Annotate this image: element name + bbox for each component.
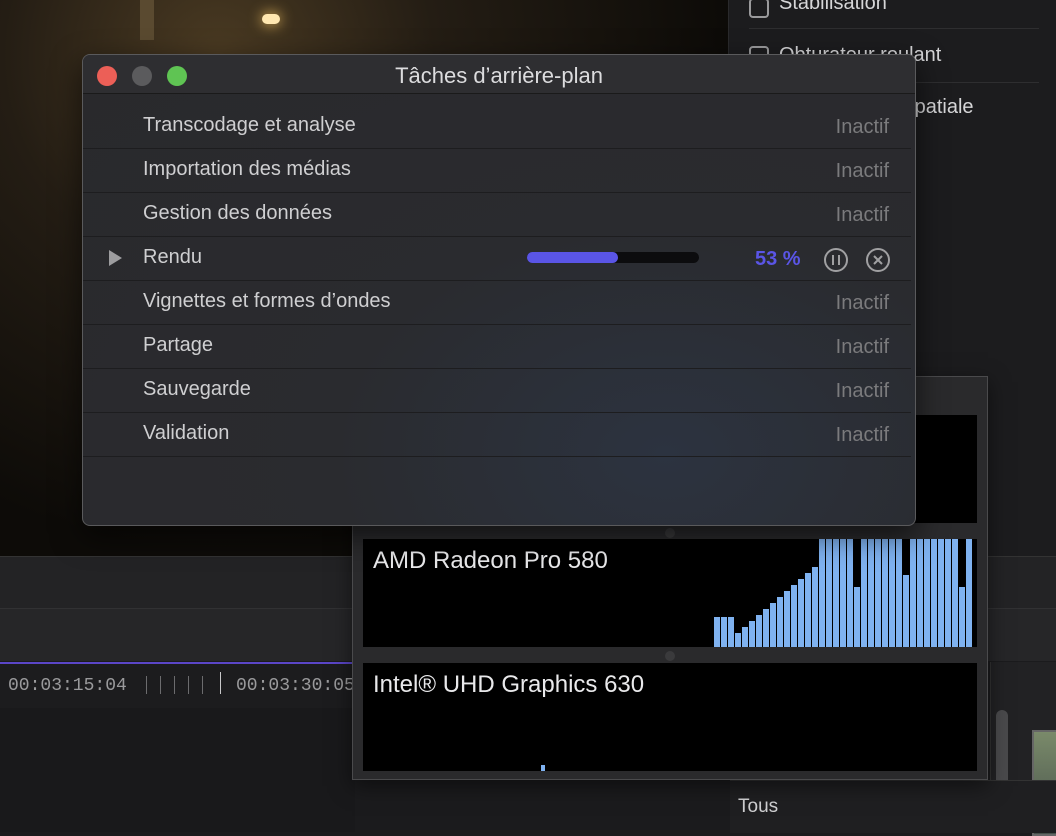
gpu-usage-bar (917, 539, 923, 647)
gpu-usage-bar (931, 539, 937, 647)
gpu-usage-bar (763, 609, 769, 647)
browser-filter-bar (730, 780, 1056, 833)
gpu-usage-bar (966, 539, 972, 647)
gpu-usage-bar (903, 575, 909, 647)
filter-all-label[interactable]: Tous (738, 796, 778, 818)
gpu-usage-bar (882, 539, 888, 647)
gpu-usage-bar (833, 539, 839, 647)
timeline-track-area[interactable] (0, 708, 355, 832)
gpu-panel-amd: AMD Radeon Pro 580 (363, 539, 977, 647)
gpu-usage-bar (735, 633, 741, 647)
task-name: Sauvegarde (143, 378, 251, 400)
ruler-tick-major (220, 672, 221, 694)
viewer-light (140, 0, 154, 40)
gpu-name-label: AMD Radeon Pro 580 (373, 547, 608, 574)
gpu-usage-bar (784, 591, 790, 647)
window-title: Tâches d’arrière-plan (395, 63, 603, 88)
task-name: Gestion des données (143, 202, 333, 224)
task-status: Inactif (835, 204, 889, 226)
task-row-validation[interactable]: Validation Inactif (83, 412, 911, 457)
gpu-usage-bar (749, 621, 755, 647)
task-name: Validation (143, 422, 230, 444)
panel-divider-handle[interactable] (665, 528, 675, 538)
task-name: Partage (143, 334, 214, 356)
gpu-usage-bar (840, 539, 846, 647)
task-status: Inactif (835, 380, 889, 402)
gpu-usage-bar (854, 587, 860, 647)
render-progress-bar (527, 252, 699, 263)
window-titlebar[interactable]: Tâches d’arrière-plan (83, 55, 915, 94)
task-row-sharing[interactable]: Partage Inactif (83, 324, 911, 369)
gpu-usage-bar (728, 617, 734, 647)
disclosure-triangle-icon[interactable] (109, 250, 122, 266)
gpu-usage-bar (875, 539, 881, 647)
ruler-tick (160, 676, 161, 694)
task-row-render[interactable]: Rendu 53 % (83, 236, 911, 281)
task-name: Transcodage et analyse (143, 114, 356, 136)
task-status: Inactif (835, 292, 889, 314)
gpu-usage-bar (777, 597, 783, 647)
gpu-usage-bar (924, 539, 930, 647)
pause-icon[interactable] (824, 248, 848, 272)
gpu-usage-bar (721, 617, 727, 647)
cancel-icon[interactable] (866, 248, 890, 272)
render-progress-percent: 53 % (755, 248, 801, 270)
task-row-data-management[interactable]: Gestion des données Inactif (83, 192, 911, 237)
panel-divider-handle[interactable] (665, 651, 675, 661)
timecode-label: 00:03:15:04 (8, 676, 127, 696)
gpu-usage-bar (812, 567, 818, 647)
gpu-usage-bar (826, 539, 832, 647)
viewer-light (262, 14, 280, 24)
gpu-usage-bar (938, 539, 944, 647)
task-row-transcoding[interactable]: Transcodage et analyse Inactif (83, 104, 911, 149)
task-name: Importation des médias (143, 158, 351, 180)
checkbox[interactable] (749, 0, 769, 18)
gpu-usage-bar (959, 587, 965, 647)
gpu-usage-bar (945, 539, 951, 647)
gpu-usage-bar (847, 539, 853, 647)
gpu-name-label: Intel® UHD Graphics 630 (373, 671, 645, 698)
render-progress-fill (527, 252, 619, 263)
task-row-import[interactable]: Importation des médias Inactif (83, 148, 911, 193)
gpu-usage-bar (896, 539, 902, 647)
gpu-usage-bar (756, 615, 762, 647)
gpu-usage-bar (798, 579, 804, 647)
gpu-usage-bar (714, 617, 720, 647)
gpu-panel-intel: Intel® UHD Graphics 630 (363, 663, 977, 771)
task-status: Inactif (835, 116, 889, 138)
ruler-tick (174, 676, 175, 694)
gpu-usage-bar (742, 627, 748, 647)
gpu-usage-bar (889, 539, 895, 647)
inspector-item-stabilisation[interactable]: Stabilisation (749, 0, 1039, 29)
gpu-usage-bar (868, 539, 874, 647)
timeline-ruler[interactable]: 00:03:15:04 00:03:30:05 (0, 662, 355, 710)
inspector-item-label: Stabilisation (779, 0, 887, 14)
gpu-usage-bar (861, 539, 867, 647)
gpu-usage-bar (770, 603, 776, 647)
task-name: Vignettes et formes d’ondes (143, 290, 391, 312)
gpu-usage-bar (952, 539, 958, 647)
task-row-backup[interactable]: Sauvegarde Inactif (83, 368, 911, 413)
ruler-tick (202, 676, 203, 694)
task-status: Inactif (835, 424, 889, 446)
gpu-usage-bar (819, 539, 825, 647)
gpu-usage-bar (805, 573, 811, 647)
task-name: Rendu (143, 246, 202, 268)
ruler-tick (188, 676, 189, 694)
task-status: Inactif (835, 160, 889, 182)
timecode-label: 00:03:30:05 (236, 676, 355, 696)
ruler-tick (146, 676, 147, 694)
gpu-usage-bar (791, 585, 797, 647)
task-status: Inactif (835, 336, 889, 358)
gpu-usage-bar (541, 765, 545, 771)
gpu-usage-bar (910, 539, 916, 647)
background-tasks-window: Tâches d’arrière-plan Transcodage et ana… (82, 54, 916, 526)
task-row-thumbnails[interactable]: Vignettes et formes d’ondes Inactif (83, 280, 911, 325)
